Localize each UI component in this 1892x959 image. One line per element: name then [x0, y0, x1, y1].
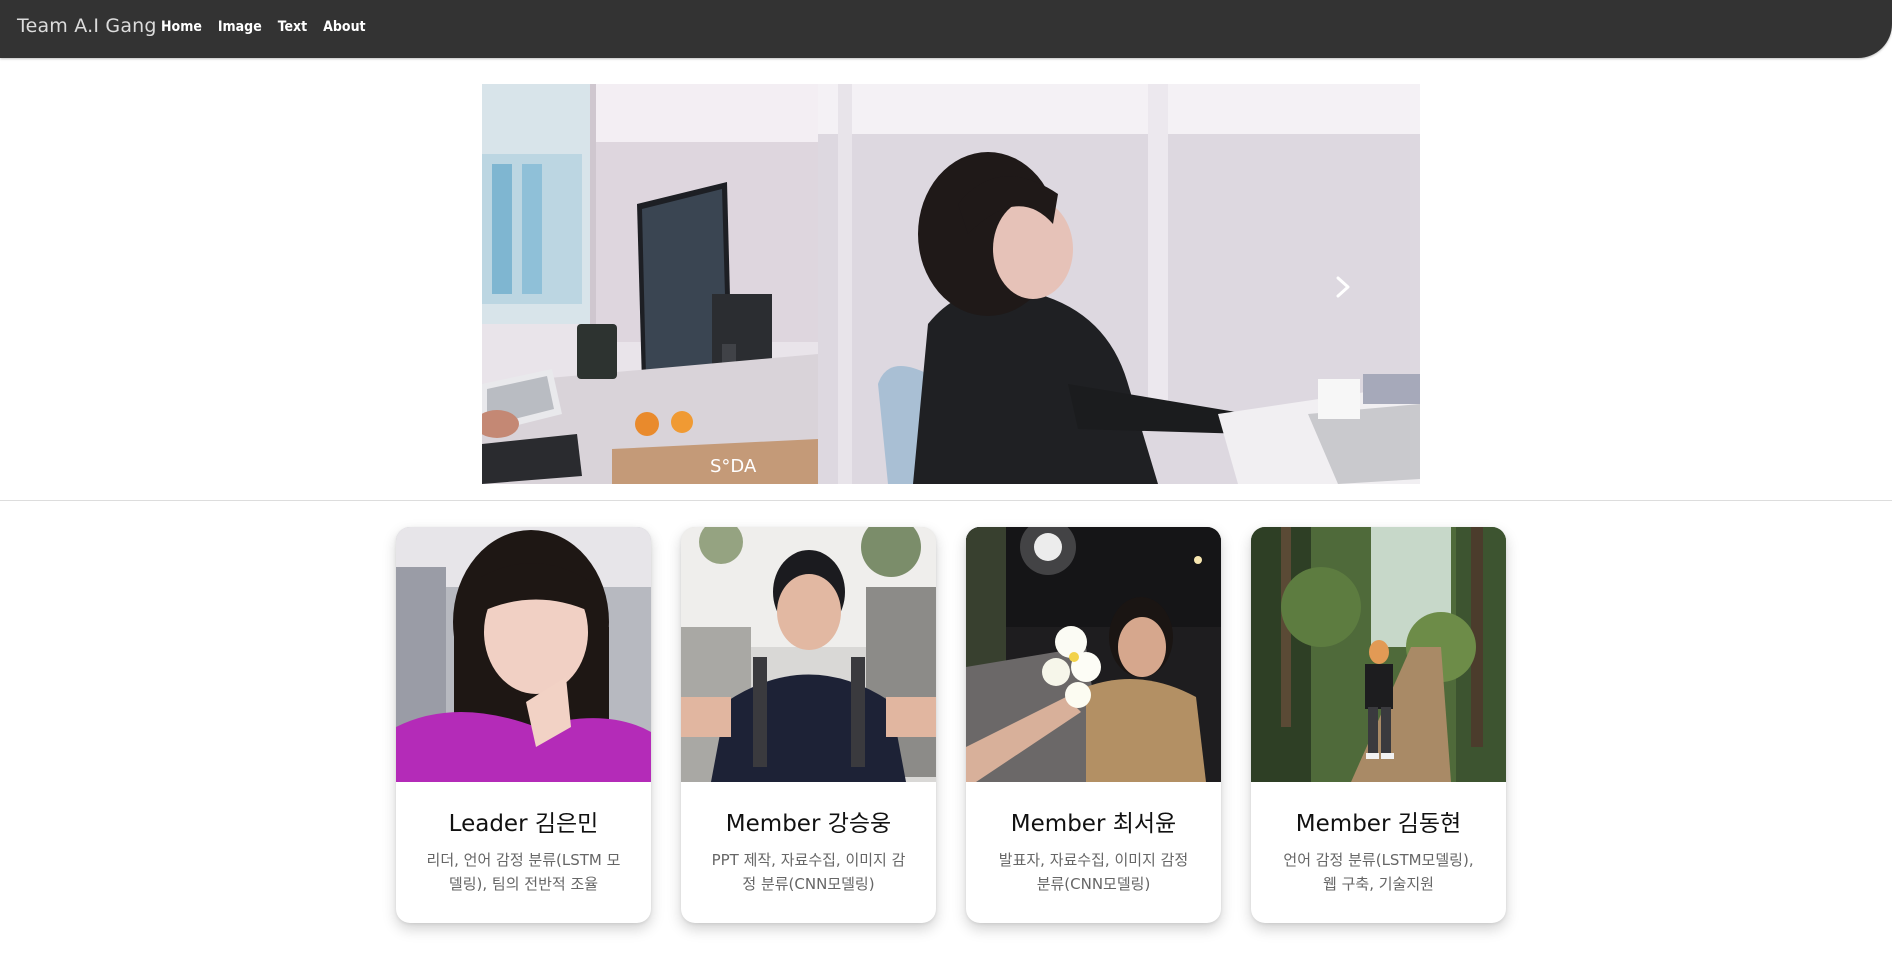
member-title: Leader 김은민: [448, 811, 599, 837]
member-card-3: Member 최서윤 발표자, 자료수집, 이미지 감정 분류(CNN모델링): [966, 527, 1221, 923]
section-divider: [0, 500, 1892, 501]
carousel-slide-office: S°DA: [482, 84, 818, 484]
member-description: 리더, 언어 감정 분류(LSTM 모델링), 팀의 전반적 조율: [426, 851, 621, 893]
member-card-leader: Leader 김은민 리더, 언어 감정 분류(LSTM 모델링), 팀의 전반…: [396, 527, 651, 923]
member-card-4: Member 김동현 언어 감정 분류(LSTM모델링), 웹 구축, 기술지원: [1251, 527, 1506, 923]
nav-text-link[interactable]: Text: [278, 19, 307, 35]
member-description: PPT 제작, 자료수집, 이미지 감정 분류(CNN모델링): [711, 851, 906, 893]
member-photo-2: [681, 527, 936, 782]
member-photo-4: [1251, 527, 1506, 782]
top-navbar: Team A.I Gang Home Image Text About: [0, 0, 1892, 58]
member-title: Member 강승웅: [725, 811, 892, 837]
image-carousel[interactable]: S°DA: [482, 84, 1420, 484]
member-description: 발표자, 자료수집, 이미지 감정 분류(CNN모델링): [998, 851, 1189, 893]
nav-links: Home Image Text About: [161, 19, 366, 35]
member-photo-3: [966, 527, 1221, 782]
member-title: Member 최서윤: [1010, 811, 1177, 837]
nav-about-link[interactable]: About: [323, 19, 365, 35]
member-description: 언어 감정 분류(LSTM모델링), 웹 구축, 기술지원: [1283, 851, 1474, 893]
member-card-2: Member 강승웅 PPT 제작, 자료수집, 이미지 감정 분류(CNN모델…: [681, 527, 936, 923]
nav-image-link[interactable]: Image: [218, 19, 262, 35]
soda-watermark: S°DA: [710, 456, 757, 477]
chevron-right-icon: [1336, 276, 1350, 298]
member-photo-leader: [396, 527, 651, 782]
office-desk-photo: S°DA: [482, 84, 818, 484]
brand-logo[interactable]: Team A.I Gang: [17, 15, 157, 37]
member-title: Member 김동현: [1295, 811, 1462, 837]
nav-home-link[interactable]: Home: [161, 19, 202, 35]
member-cards: Leader 김은민 리더, 언어 감정 분류(LSTM 모델링), 팀의 전반…: [396, 527, 1506, 923]
carousel-next-button[interactable]: [1328, 272, 1358, 302]
